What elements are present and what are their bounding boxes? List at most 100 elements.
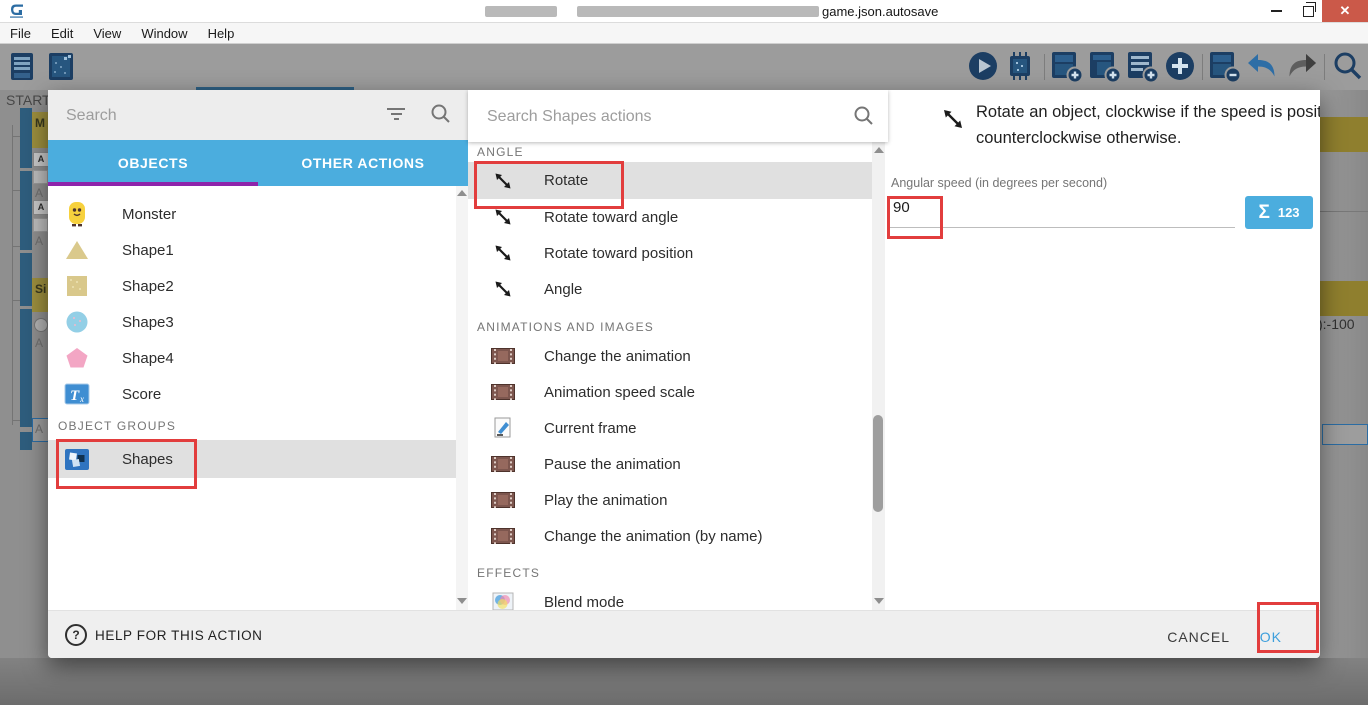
- object-row-shape3[interactable]: Shape3: [48, 304, 456, 340]
- selector-tabs: OBJECTS OTHER ACTIONS: [48, 140, 468, 186]
- search-icon[interactable]: [853, 105, 875, 132]
- object-list-scrollbar[interactable]: [456, 186, 468, 610]
- scrollbar-thumb[interactable]: [873, 415, 883, 512]
- film-icon: [490, 455, 516, 473]
- object-row-shape1[interactable]: Shape1: [48, 232, 456, 268]
- scene-editor-icon[interactable]: [46, 50, 78, 89]
- filter-icon[interactable]: [386, 108, 406, 122]
- svg-text:x: x: [79, 394, 84, 404]
- close-button[interactable]: ✕: [1322, 0, 1368, 22]
- action-row-angle[interactable]: Angle: [468, 271, 872, 307]
- circle-icon: [64, 309, 90, 335]
- debug-icon[interactable]: [1004, 50, 1036, 87]
- action-row-change-animation[interactable]: Change the animation: [468, 338, 872, 374]
- help-icon: ?: [65, 624, 87, 646]
- dialog-footer: ? HELP FOR THIS ACTION CANCEL OK: [48, 610, 1320, 658]
- pentagon-icon: [64, 345, 90, 371]
- redo-icon[interactable]: [1284, 50, 1320, 87]
- redacted-path-segment: [485, 6, 557, 17]
- rotate-icon: [490, 206, 516, 228]
- events-tab-start: START: [6, 92, 48, 108]
- toolbar: [0, 44, 1368, 90]
- delete-event-icon[interactable]: [1208, 50, 1242, 89]
- blend-mode-icon: [490, 592, 516, 610]
- object-row-score[interactable]: Tx Score: [48, 376, 456, 412]
- section-header-animations: ANIMATIONS AND IMAGES: [477, 319, 654, 334]
- play-icon[interactable]: [967, 50, 999, 87]
- add-event-icon[interactable]: [1050, 50, 1084, 89]
- scroll-up-icon[interactable]: [457, 190, 467, 196]
- help-for-this-action-button[interactable]: ? HELP FOR THIS ACTION: [65, 624, 263, 646]
- film-icon: [490, 347, 516, 365]
- cancel-button[interactable]: CANCEL: [1159, 623, 1238, 651]
- scroll-down-icon[interactable]: [457, 598, 467, 604]
- tab-other-actions[interactable]: OTHER ACTIONS: [258, 140, 468, 186]
- menu-file[interactable]: File: [0, 26, 41, 41]
- menu-edit[interactable]: Edit: [41, 26, 83, 41]
- tab-objects[interactable]: OBJECTS: [48, 140, 258, 186]
- minimize-button[interactable]: [1262, 0, 1290, 22]
- open-project-icon[interactable]: [8, 50, 40, 89]
- action-a-chip: A: [33, 152, 49, 167]
- action-selector-panel: ANGLE Rotate Rotate toward angle: [468, 90, 888, 610]
- action-search-input[interactable]: [485, 103, 829, 131]
- event-header-fragment: M: [32, 112, 48, 148]
- object-search-bar: [48, 90, 468, 140]
- restore-button[interactable]: [1294, 0, 1322, 22]
- svg-text:T: T: [70, 388, 80, 404]
- action-search-bar: [468, 90, 888, 142]
- monster-sprite-icon: [64, 201, 90, 227]
- field-fragment: [1322, 424, 1368, 445]
- expression-fragment: ):-100: [1318, 316, 1355, 332]
- action-description: Rotate an object, clockwise if the speed…: [976, 103, 1320, 147]
- action-row-blend-mode[interactable]: Blend mode: [468, 584, 872, 610]
- section-header-effects: EFFECTS: [477, 566, 541, 580]
- object-search-input[interactable]: [64, 102, 368, 130]
- menubar: File Edit View Window Help: [0, 23, 1368, 44]
- search-icon[interactable]: [1332, 50, 1364, 87]
- gdevelop-logo-icon: [8, 3, 26, 24]
- group-row-shapes[interactable]: Shapes: [48, 440, 456, 478]
- gdevelop-window: game.json.autosave ✕ File Edit View Wind…: [0, 0, 1368, 705]
- action-parameters-panel: Rotate an object, clockwise if the speed…: [888, 90, 1320, 610]
- object-row-shape4[interactable]: Shape4: [48, 340, 456, 376]
- action-row-rotate-toward-position[interactable]: Rotate toward position: [468, 235, 872, 271]
- action-row-animation-speed-scale[interactable]: Animation speed scale: [468, 374, 872, 410]
- menu-view[interactable]: View: [83, 26, 131, 41]
- object-selector-panel: OBJECTS OTHER ACTIONS Monster Shape1: [48, 90, 468, 610]
- triangle-icon: [64, 237, 90, 263]
- film-icon: [490, 527, 516, 545]
- object-groups-header: OBJECT GROUPS: [58, 419, 177, 433]
- action-list-scrollbar[interactable]: [872, 142, 885, 610]
- rotate-icon: [940, 106, 966, 137]
- undo-icon[interactable]: [1244, 50, 1280, 87]
- object-row-shape2[interactable]: Shape2: [48, 268, 456, 304]
- add-subevent-icon[interactable]: [1088, 50, 1122, 89]
- menu-window[interactable]: Window: [131, 26, 197, 41]
- scroll-up-icon[interactable]: [873, 147, 884, 153]
- object-list: Monster Shape1 Shape2 Shape3 Shape4 T x …: [48, 186, 456, 610]
- text-object-icon: Tx: [64, 381, 90, 407]
- object-row-monster[interactable]: Monster: [48, 196, 456, 232]
- action-row-play-animation[interactable]: Play the animation: [468, 482, 872, 518]
- action-row-change-animation-by-name[interactable]: Change the animation (by name): [468, 518, 872, 554]
- add-comment-icon[interactable]: [1126, 50, 1160, 89]
- action-list: ANGLE Rotate Rotate toward angle Rotate …: [468, 142, 872, 610]
- input-underline: [890, 227, 1235, 228]
- parameter-label: Angular speed (in degrees per second): [891, 176, 1108, 190]
- ok-button[interactable]: OK: [1252, 623, 1290, 651]
- scroll-down-icon[interactable]: [873, 598, 884, 604]
- action-row-current-frame[interactable]: Current frame: [468, 410, 872, 446]
- add-circle-icon[interactable]: [1164, 50, 1196, 87]
- window-title: game.json.autosave: [822, 4, 939, 19]
- menu-help[interactable]: Help: [198, 26, 245, 41]
- action-row-pause-animation[interactable]: Pause the animation: [468, 446, 872, 482]
- sigma-icon: Σ: [1258, 201, 1270, 223]
- action-row-rotate-toward-angle[interactable]: Rotate toward angle: [468, 199, 872, 235]
- film-icon: [490, 491, 516, 509]
- action-row-rotate[interactable]: Rotate: [468, 162, 872, 199]
- angular-speed-input[interactable]: [891, 198, 965, 217]
- object-group-icon: [64, 446, 90, 472]
- search-icon[interactable]: [430, 103, 452, 130]
- expression-editor-button[interactable]: Σ 123: [1245, 196, 1313, 229]
